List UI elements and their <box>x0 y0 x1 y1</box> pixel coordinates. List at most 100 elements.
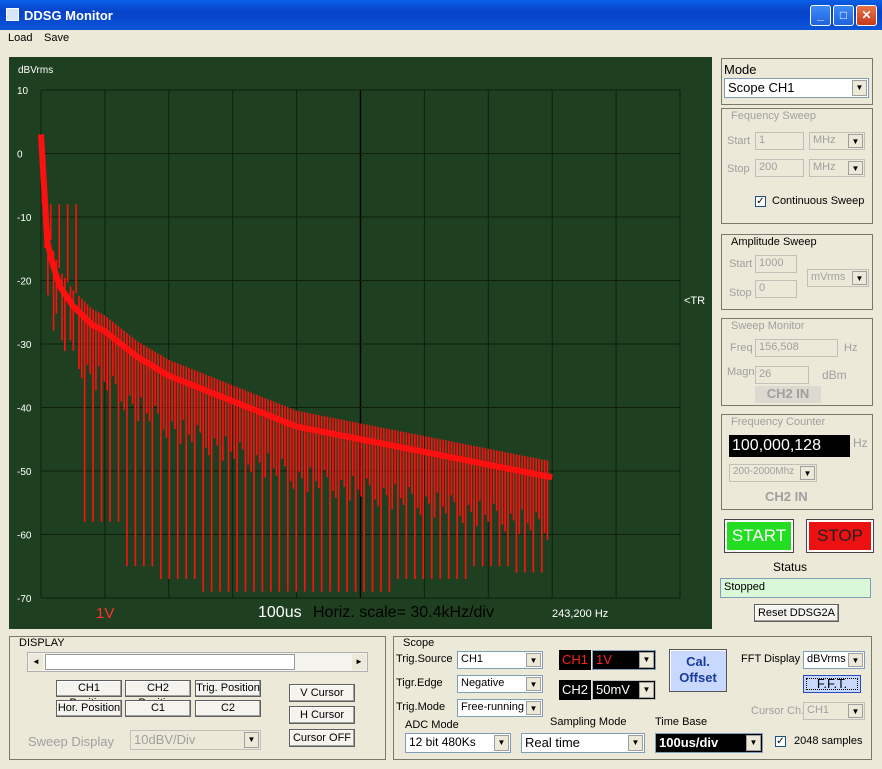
sm-input-label: CH2 IN <box>755 386 821 403</box>
ch2-volts-select[interactable]: 50mV ▼ <box>592 680 656 700</box>
fft-display-label: FFT Display <box>741 653 801 665</box>
mode-value: Scope CH1 <box>728 80 795 95</box>
display-title: DISPLAY <box>17 637 67 649</box>
ch1-label: CH1 <box>559 650 591 670</box>
chevron-down-icon: ▼ <box>244 732 259 748</box>
sm-freq-unit: Hz <box>844 342 858 354</box>
as-stop-label: Stop <box>729 287 752 299</box>
trig-source-select[interactable]: CH1 ▼ <box>457 651 543 669</box>
time-base-label: 100us <box>258 604 302 621</box>
sampling-mode-value: Real time <box>525 735 580 750</box>
maximize-button[interactable]: □ <box>833 5 854 26</box>
time-base-select[interactable]: 100us/div ▼ <box>655 733 763 753</box>
trig-mode-select[interactable]: Free-running ▼ <box>457 699 543 717</box>
adc-mode-select[interactable]: 12 bit 480Ks ▼ <box>405 733 511 753</box>
cursor-off-button[interactable]: Cursor OFF <box>289 729 355 747</box>
spectrum-chart: 10 0 -10 -20 -30 -40 -50 -60 -70 <box>17 86 681 605</box>
ch1-position-button[interactable]: CH1 Position <box>56 680 122 709</box>
cursor-ch-value: CH1 <box>807 704 830 716</box>
as-unit-value: mVrms <box>811 271 846 283</box>
as-unit-select[interactable]: mVrms ▼ <box>807 269 869 287</box>
time-base-select-label: Time Base <box>655 716 708 728</box>
y-tick-label: -20 <box>17 277 32 288</box>
scrollbar-thumb[interactable] <box>45 654 295 670</box>
chevron-down-icon: ▼ <box>639 652 654 668</box>
as-stop-input[interactable]: 0 <box>755 280 797 298</box>
chevron-down-icon: ▼ <box>526 653 541 667</box>
as-start-input[interactable]: 1000 <box>755 255 797 273</box>
fs-start-unit-value: MHz <box>813 134 836 146</box>
samples-checkbox[interactable]: ✓ <box>775 736 786 747</box>
v-cursor-button[interactable]: V Cursor <box>289 684 355 702</box>
ch2-label: CH2 <box>559 680 591 700</box>
y-tick-label: -40 <box>17 404 32 415</box>
y-tick-label: -70 <box>17 594 32 605</box>
start-button[interactable]: START <box>724 519 794 553</box>
trig-edge-value: Negative <box>461 677 505 689</box>
continuous-sweep-checkbox[interactable]: ✓ <box>755 196 766 207</box>
y-tick-label: 0 <box>17 150 23 161</box>
scroll-left-icon[interactable]: ◄ <box>29 654 43 670</box>
sm-magn-value: 26 <box>755 366 809 384</box>
cursor-ch-select[interactable]: CH1 ▼ <box>803 702 865 720</box>
fs-stop-unit[interactable]: MHz ▼ <box>809 159 865 177</box>
frequency-counter-unit: Hz <box>853 436 868 450</box>
h-cursor-button[interactable]: H Cursor <box>289 706 355 724</box>
mode-panel: Mode Scope CH1 ▼ <box>721 58 873 105</box>
mode-select[interactable]: Scope CH1 ▼ <box>724 78 869 98</box>
trig-mode-value: Free-running <box>461 701 524 713</box>
y-tick-label: -50 <box>17 467 32 478</box>
chevron-down-icon: ▼ <box>639 682 654 698</box>
y-tick-label: -30 <box>17 340 32 351</box>
fft-button[interactable]: F.F.T. <box>803 675 861 693</box>
reset-button[interactable]: Reset DDSG2A <box>754 604 839 622</box>
y-tick-label: -10 <box>17 213 32 224</box>
chevron-down-icon: ▼ <box>848 704 863 718</box>
sm-magn-label: Magn. <box>727 366 758 378</box>
ch1-volts-select[interactable]: 1V ▼ <box>592 650 656 670</box>
adc-mode-label: ADC Mode <box>405 719 459 731</box>
chevron-down-icon: ▼ <box>852 80 867 96</box>
minimize-button[interactable]: _ <box>810 5 831 26</box>
sampling-mode-select[interactable]: Real time ▼ <box>521 733 645 753</box>
close-button[interactable]: ✕ <box>856 5 877 26</box>
channel-scale-label: 1V <box>96 605 115 622</box>
menu-load[interactable]: Load <box>8 32 32 44</box>
sampling-mode-label: Sampling Mode <box>550 716 627 728</box>
fc-range-value: 200-2000Mhz <box>733 466 795 477</box>
scope-title: Scope <box>401 637 437 649</box>
cal-offset-button[interactable]: Cal. Offset <box>669 649 727 692</box>
adc-mode-value: 12 bit 480Ks <box>409 735 476 749</box>
fs-start-unit[interactable]: MHz ▼ <box>809 132 865 150</box>
scope-panel: Scope Trig.Source CH1 ▼ Tigr.Edge Negati… <box>393 636 872 760</box>
trig-position-button[interactable]: Trig. Position <box>195 680 261 697</box>
fft-display-select[interactable]: dBVrms ▼ <box>803 651 865 669</box>
horizontal-scrollbar[interactable]: ◄ ► <box>27 652 368 672</box>
stop-button[interactable]: STOP <box>806 519 874 553</box>
frequency-sweep-panel: Fequency Sweep Start 1 MHz ▼ Stop 200 MH… <box>721 108 873 224</box>
menu-save[interactable]: Save <box>44 32 69 44</box>
fs-stop-input[interactable]: 200 <box>755 159 804 177</box>
display-panel: DISPLAY ◄ ► CH1 Position CH2 Position Tr… <box>9 636 386 760</box>
hor-position-button[interactable]: Hor. Position <box>56 700 122 717</box>
chevron-down-icon: ▼ <box>494 735 509 751</box>
chevron-down-icon: ▼ <box>526 677 541 691</box>
window-title: DDSG Monitor <box>24 8 113 23</box>
c1-button[interactable]: C1 <box>125 700 191 717</box>
chevron-down-icon: ▼ <box>852 271 867 285</box>
trig-source-value: CH1 <box>461 653 484 665</box>
sm-freq-label: Freq <box>730 342 753 354</box>
ch1-volts-value: 1V <box>596 652 612 667</box>
trig-edge-label: Tigr.Edge <box>396 677 443 689</box>
c2-button[interactable]: C2 <box>195 700 261 717</box>
scroll-right-icon[interactable]: ► <box>352 654 366 670</box>
ch2-position-button[interactable]: CH2 Position <box>125 680 191 709</box>
sweep-display-select[interactable]: 10dBV/Div ▼ <box>130 730 261 750</box>
chevron-down-icon: ▼ <box>746 735 761 751</box>
chevron-down-icon: ▼ <box>848 134 863 148</box>
trig-edge-select[interactable]: Negative ▼ <box>457 675 543 693</box>
fs-stop-unit-value: MHz <box>813 161 836 173</box>
continuous-sweep-label: Continuous Sweep <box>772 195 865 207</box>
frequency-counter-range[interactable]: 200-2000Mhz ▼ <box>729 464 817 482</box>
fs-start-input[interactable]: 1 <box>755 132 804 150</box>
